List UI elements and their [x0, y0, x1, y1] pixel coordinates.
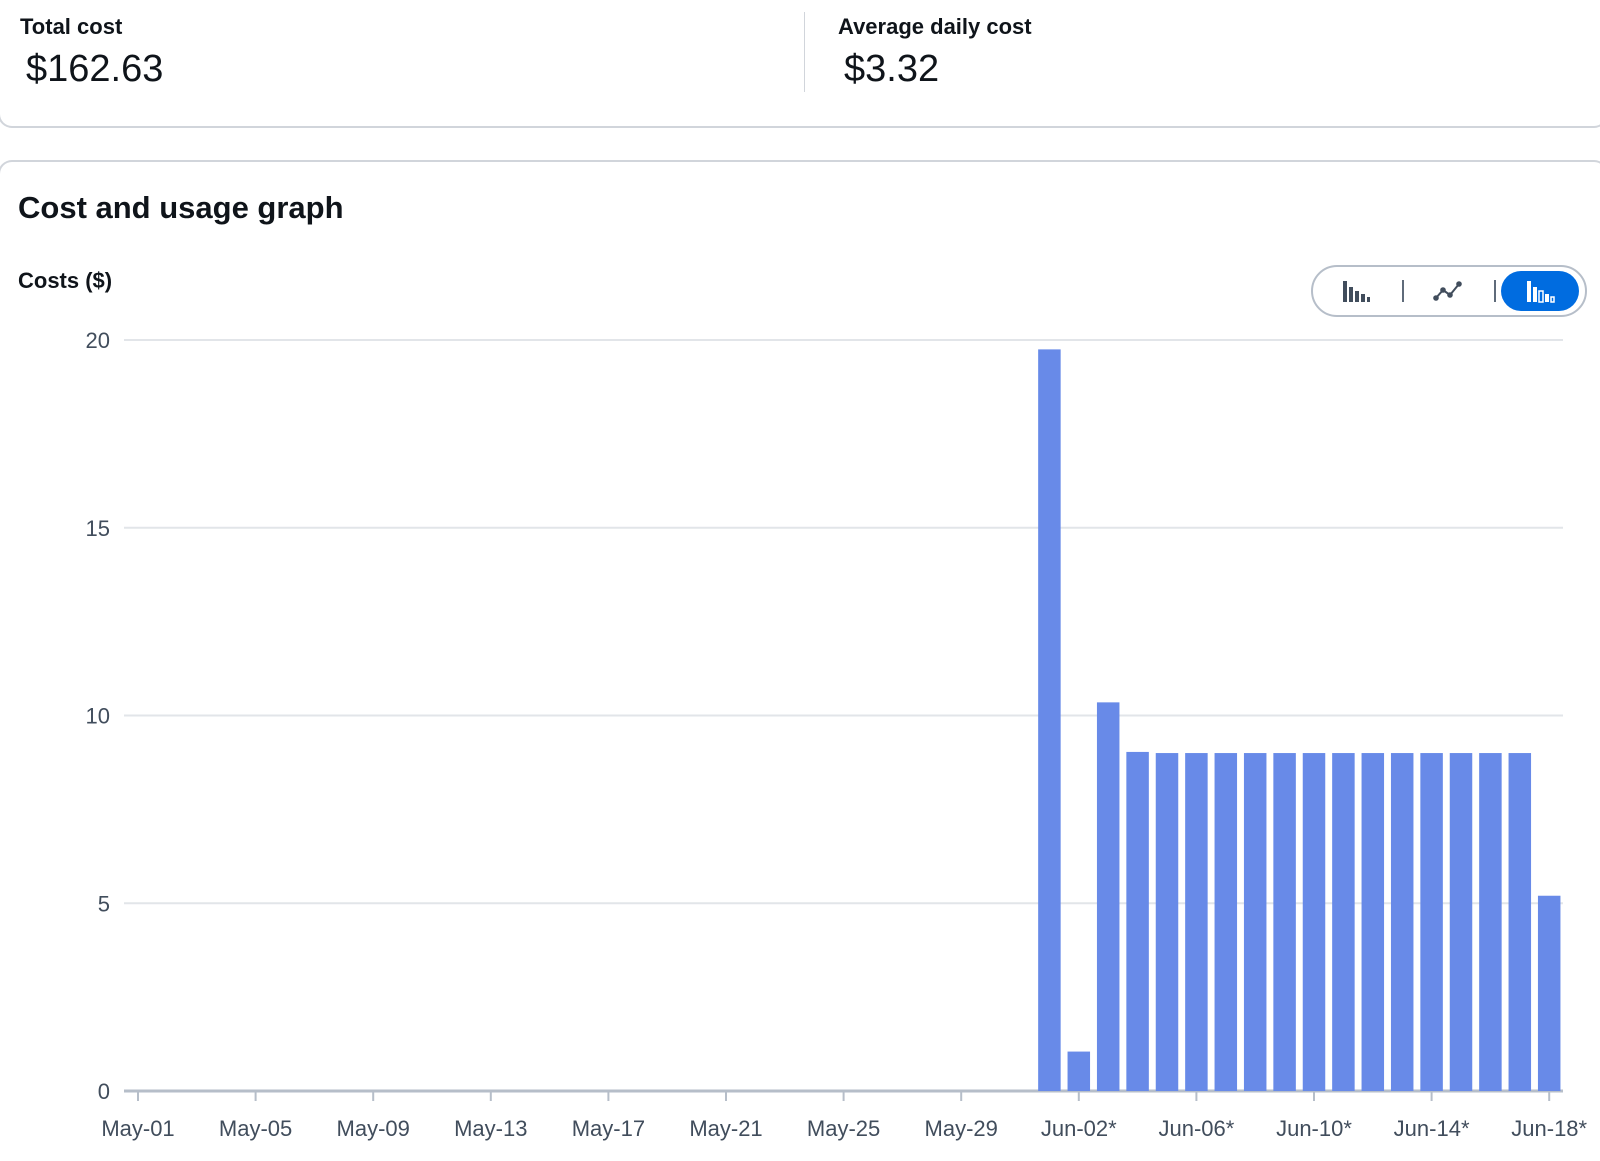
- bar-Jun-15*[interactable]: [1449, 753, 1473, 1091]
- x-tick-label: Jun-02*: [1041, 1116, 1117, 1141]
- average-daily-cost-metric: Average daily cost $3.32: [838, 14, 1032, 91]
- x-tick-label: May-29: [925, 1116, 998, 1141]
- line-chart-button[interactable]: [1409, 271, 1487, 311]
- bar-Jun-06*[interactable]: [1185, 753, 1208, 1091]
- bar-Jun-14*[interactable]: [1420, 753, 1443, 1091]
- x-tick-label: May-09: [337, 1116, 410, 1141]
- graph-title: Cost and usage graph: [18, 190, 344, 225]
- average-daily-cost-label: Average daily cost: [838, 14, 1032, 39]
- total-cost-metric: Total cost $162.63: [20, 14, 163, 91]
- y-tick-label: 15: [86, 516, 110, 541]
- cost-bar-chart: 0 5 10 15 20 May-01 May-05 May-09 May-13 May-17 Ma…: [86, 328, 1588, 1141]
- bar-Jun-18*[interactable]: [1537, 895, 1561, 1091]
- bar-Jun-12*[interactable]: [1361, 753, 1385, 1091]
- bar-Jun-08*[interactable]: [1243, 753, 1267, 1091]
- line-chart-icon: [1433, 281, 1462, 301]
- x-tick-label: Jun-06*: [1158, 1116, 1234, 1141]
- x-tick-label: May-21: [689, 1116, 762, 1141]
- x-tick-label: May-17: [572, 1116, 645, 1141]
- x-tick-label: Jun-14*: [1394, 1116, 1470, 1141]
- x-tick-label: May-25: [807, 1116, 880, 1141]
- y-tick-label: 20: [86, 328, 110, 353]
- y-tick-label: 10: [86, 704, 110, 729]
- x-tick-label: May-13: [454, 1116, 527, 1141]
- y-tick-label: 0: [98, 1079, 110, 1104]
- bar-chart-icon: [1343, 281, 1370, 302]
- bar-chart-button[interactable]: [1317, 271, 1395, 311]
- chart-type-toggle: [1311, 265, 1587, 317]
- bar-Jun-04*[interactable]: [1126, 751, 1149, 1091]
- stacked-bar-chart-button[interactable]: [1501, 271, 1579, 311]
- bar-Jun-05*[interactable]: [1155, 753, 1179, 1091]
- bar-Jun-13*[interactable]: [1390, 753, 1414, 1091]
- average-daily-cost-value: $3.32: [844, 48, 940, 90]
- bar-Jun-03*[interactable]: [1096, 702, 1120, 1091]
- y-axis-label: Costs ($): [18, 268, 113, 293]
- bar-Jun-17*[interactable]: [1508, 753, 1532, 1091]
- x-tick-label: Jun-10*: [1276, 1116, 1352, 1141]
- total-cost-label: Total cost: [20, 14, 123, 39]
- bar-Jun-09*[interactable]: [1273, 753, 1296, 1091]
- bar-Jun-10*[interactable]: [1302, 753, 1326, 1091]
- bar-Jun-02*[interactable]: [1067, 1051, 1091, 1091]
- toggle-separator: [1494, 280, 1496, 302]
- bar-Jun-07*[interactable]: [1214, 753, 1238, 1091]
- bar-Jun-16*[interactable]: [1479, 753, 1502, 1091]
- total-cost-value: $162.63: [26, 48, 164, 90]
- summary-panel: Total cost $162.63 Average daily cost $3…: [0, 0, 1600, 128]
- toggle-separator: [1402, 280, 1404, 302]
- stacked-bar-chart-icon: [1527, 281, 1555, 303]
- metric-divider: [804, 12, 805, 92]
- x-tick-label: May-05: [219, 1116, 292, 1141]
- bar-Jun-11*[interactable]: [1332, 753, 1355, 1091]
- x-tick-label: Jun-18*: [1511, 1116, 1587, 1141]
- y-tick-label: 5: [98, 891, 110, 916]
- bar-Jun-01[interactable]: [1038, 349, 1061, 1091]
- x-tick-label: May-01: [101, 1116, 174, 1141]
